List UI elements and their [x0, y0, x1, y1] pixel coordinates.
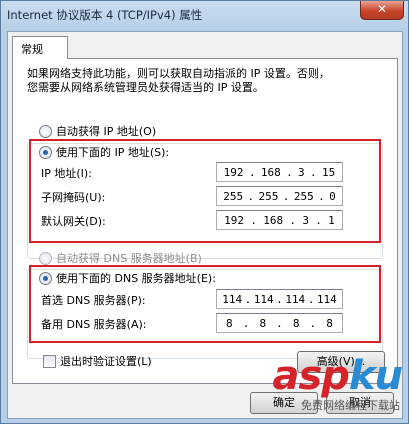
- radio-manual-ip-label: 使用下面的 IP 地址(S):: [56, 146, 170, 159]
- subnet-mask-label: 子网掩码(U):: [41, 191, 106, 204]
- subnet-mask-octet-4: 0: [329, 189, 336, 203]
- radio-auto-dns-indicator[interactable]: [39, 251, 52, 265]
- ok-button[interactable]: 确定: [250, 392, 318, 414]
- ip-address-input[interactable]: 192. 168. 3. 15: [216, 162, 343, 182]
- validate-settings-checkbox[interactable]: 退出时验证设置(L): [43, 353, 152, 369]
- ip-address-octet-3: 3: [298, 165, 305, 179]
- description-text: 如果网络支持此功能，则可以获取自动指派的 IP 设置。否则， 您需要从网络系统管…: [27, 67, 387, 95]
- radio-manual-dns-label: 使用下面的 DNS 服务器地址(E):: [56, 272, 216, 285]
- preferred-dns-label: 首选 DNS 服务器(P):: [41, 294, 146, 307]
- window-title: Internet 协议版本 4 (TCP/IPv4) 属性: [7, 8, 203, 22]
- ip-address-octet-2: 168: [260, 165, 281, 179]
- subnet-mask-octet-1: 255: [223, 189, 244, 203]
- validate-settings-checkbox-box[interactable]: [43, 354, 56, 368]
- radio-manual-ip-indicator[interactable]: [39, 145, 52, 159]
- description-line-1: 如果网络支持此功能，则可以获取自动指派的 IP 设置。否则，: [27, 67, 330, 80]
- radio-auto-ip[interactable]: 自动获得 IP 地址(O): [39, 123, 156, 139]
- subnet-mask-input[interactable]: 255. 255. 255. 0: [216, 186, 343, 206]
- alternate-dns-input[interactable]: 8. 8. 8. 8: [216, 313, 343, 333]
- dialog-window: Internet 协议版本 4 (TCP/IPv4) 属性 ✕ 常规 如果网络支…: [0, 0, 409, 424]
- tab-general[interactable]: 常规: [12, 36, 68, 59]
- radio-manual-dns-indicator[interactable]: [39, 271, 52, 285]
- default-gateway-octet-3: 3: [302, 213, 309, 227]
- close-button[interactable]: ✕: [360, 1, 404, 20]
- radio-auto-ip-label: 自动获得 IP 地址(O): [56, 125, 157, 138]
- tab-general-label: 常规: [21, 43, 43, 56]
- description-line-2: 您需要从网络系统管理员处获得适当的 IP 设置。: [27, 81, 264, 94]
- radio-auto-dns[interactable]: 自动获得 DNS 服务器地址(B): [39, 250, 202, 266]
- subnet-mask-octet-2: 255: [258, 189, 279, 203]
- title-bar[interactable]: Internet 协议版本 4 (TCP/IPv4) 属性 ✕: [1, 1, 408, 31]
- dialog-client-area: 常规 如果网络支持此功能，则可以获取自动指派的 IP 设置。否则， 您需要从网络…: [7, 31, 403, 419]
- alternate-dns-octet-3: 8: [292, 316, 300, 330]
- radio-manual-dns[interactable]: 使用下面的 DNS 服务器地址(E):: [39, 270, 216, 286]
- radio-manual-ip[interactable]: 使用下面的 IP 地址(S):: [39, 144, 169, 160]
- advanced-button[interactable]: 高级(V)...: [297, 351, 385, 373]
- alternate-dns-octet-2: 8: [259, 316, 267, 330]
- default-gateway-input[interactable]: 192. 168. 3. 1: [216, 210, 343, 230]
- cancel-button[interactable]: 取消: [326, 392, 394, 414]
- preferred-dns-octet-3: 114: [285, 292, 306, 306]
- default-gateway-label: 默认网关(D):: [41, 215, 106, 228]
- preferred-dns-octet-2: 114: [253, 292, 274, 306]
- subnet-mask-octet-3: 255: [293, 189, 314, 203]
- ip-address-octet-1: 192: [223, 165, 244, 179]
- close-icon: ✕: [376, 2, 388, 16]
- validate-settings-label: 退出时验证设置(L): [60, 355, 152, 368]
- default-gateway-octet-1: 192: [224, 213, 245, 227]
- alternate-dns-octet-4: 8: [326, 316, 333, 330]
- radio-auto-dns-label: 自动获得 DNS 服务器地址(B): [56, 252, 202, 265]
- default-gateway-octet-2: 168: [263, 213, 284, 227]
- tab-panel-general: 如果网络支持此功能，则可以获取自动指派的 IP 设置。否则， 您需要从网络系统管…: [12, 58, 398, 384]
- preferred-dns-octet-4: 114: [316, 292, 337, 306]
- default-gateway-octet-4: 1: [328, 213, 335, 227]
- radio-auto-ip-indicator[interactable]: [39, 124, 52, 138]
- ip-address-label: IP 地址(I):: [41, 167, 92, 180]
- alternate-dns-octet-1: 8: [226, 316, 233, 330]
- preferred-dns-input[interactable]: 114. 114. 114. 114: [216, 289, 343, 309]
- alternate-dns-label: 备用 DNS 服务器(A):: [41, 318, 147, 331]
- ip-address-octet-4: 15: [321, 165, 336, 179]
- preferred-dns-octet-1: 114: [222, 292, 243, 306]
